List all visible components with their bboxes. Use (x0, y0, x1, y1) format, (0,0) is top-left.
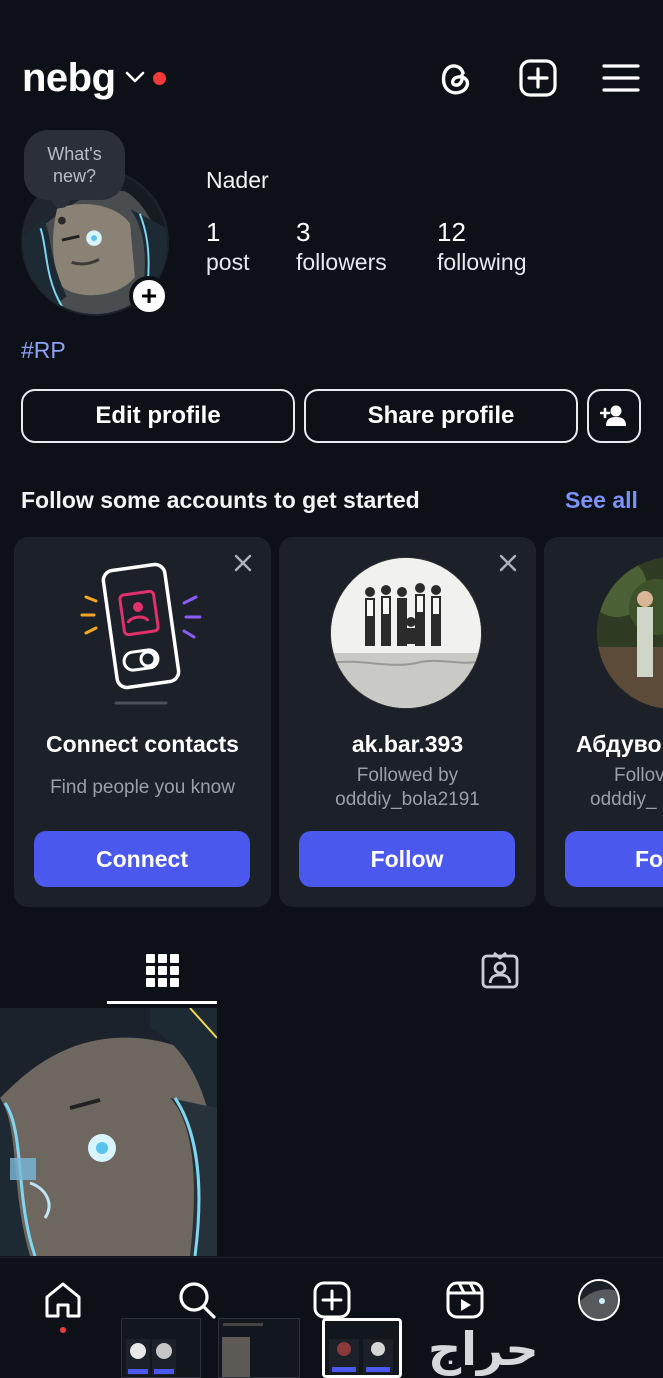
home-notification-dot (60, 1327, 66, 1333)
see-all-link[interactable]: See all (565, 487, 638, 514)
card-subtitle: Find people you know (50, 777, 235, 798)
thumbnail-image (219, 1319, 299, 1377)
thumbnail-image (325, 1321, 399, 1375)
stat-posts-label[interactable]: post (206, 249, 249, 276)
card-followed-by: Follov (614, 765, 663, 786)
user-avatar[interactable] (330, 557, 482, 709)
stat-following-label[interactable]: following (437, 249, 527, 276)
card-mutual-user: odddiy_ (590, 789, 657, 810)
close-icon[interactable] (233, 553, 253, 573)
screenshot-thumbnail-active[interactable] (322, 1318, 402, 1378)
post-thumbnail[interactable] (0, 1008, 217, 1256)
follow-button[interactable]: Fo (565, 831, 663, 887)
stat-followers-value[interactable]: 3 (296, 217, 310, 248)
add-person-icon (600, 405, 626, 426)
home-icon[interactable] (42, 1279, 84, 1321)
reels-icon[interactable] (444, 1279, 486, 1321)
suggestion-card-user-partial: Абдуво Follov odddiy_ Fo (544, 537, 663, 907)
card-mutual-user: odddiy_bola2191 (335, 789, 480, 810)
add-story-button[interactable]: + (129, 276, 169, 316)
suggestion-card-user: ak.bar.393 Followed by odddiy_bola2191 F… (279, 537, 536, 907)
share-profile-button[interactable]: Share profile (304, 389, 578, 443)
post-image (0, 1008, 217, 1256)
contacts-phone-icon (80, 562, 202, 705)
tagged-icon[interactable] (480, 950, 520, 990)
haraj-watermark: حراج (428, 1322, 539, 1376)
stat-following-value[interactable]: 12 (437, 217, 466, 248)
suggestion-card-contacts: Connect contacts Find people you know Co… (14, 537, 271, 907)
suggestions-title: Follow some accounts to get started (21, 487, 420, 513)
notification-dot (153, 72, 166, 85)
card-followed-by: Followed by (356, 765, 459, 786)
create-icon[interactable] (311, 1279, 353, 1321)
user-avatar[interactable] (597, 557, 663, 709)
edit-profile-button[interactable]: Edit profile (21, 389, 295, 443)
threads-icon[interactable] (436, 58, 476, 98)
outdoor-photo (597, 557, 663, 709)
group-photo (331, 558, 481, 708)
discover-people-button[interactable] (587, 389, 641, 443)
menu-icon[interactable] (601, 58, 641, 98)
screenshot-thumbnail[interactable] (218, 1318, 300, 1378)
profile-tab-avatar[interactable] (578, 1279, 620, 1321)
search-icon[interactable] (176, 1279, 218, 1321)
profile-username[interactable]: nebg (22, 56, 116, 101)
card-username[interactable]: ak.bar.393 (279, 731, 536, 758)
create-post-icon[interactable] (518, 58, 558, 98)
stat-posts-value[interactable]: 1 (206, 217, 220, 248)
card-username[interactable]: Абдуво (576, 731, 663, 758)
close-icon[interactable] (498, 553, 518, 573)
connect-button[interactable]: Connect (34, 831, 250, 887)
profile-name: Nader (206, 167, 269, 193)
grid-icon[interactable] (142, 950, 182, 990)
stat-followers-label[interactable]: followers (296, 249, 387, 276)
story-note-bubble[interactable]: What's new? (24, 130, 125, 208)
card-title: Connect contacts (46, 731, 239, 757)
follow-button[interactable]: Follow (299, 831, 515, 887)
active-tab-indicator (107, 1001, 217, 1004)
thumbnail-image (122, 1319, 200, 1377)
bio-hashtag[interactable]: #RP (21, 337, 66, 364)
screenshot-thumbnail[interactable] (121, 1318, 201, 1378)
chevron-down-icon[interactable] (124, 68, 146, 86)
